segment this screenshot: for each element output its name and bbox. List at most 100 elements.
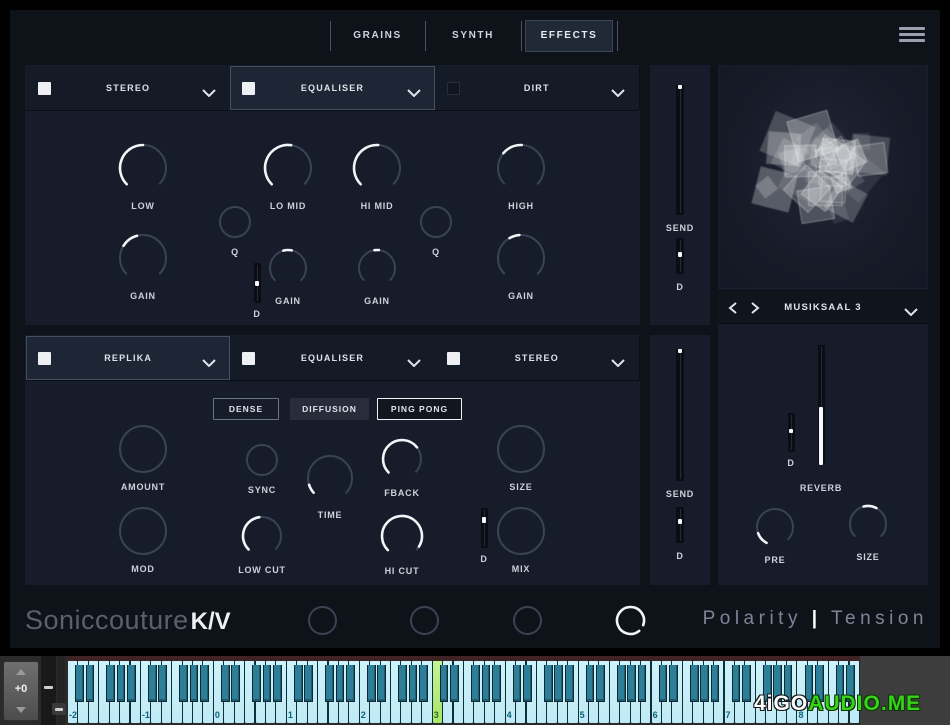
footer-knob-ring[interactable] <box>611 601 650 640</box>
slider-reverb-d[interactable] <box>788 413 795 452</box>
key-black[interactable] <box>690 665 699 702</box>
transpose-down-icon[interactable] <box>16 707 26 713</box>
keyboard-resize-tab[interactable] <box>52 703 66 715</box>
slider-send-a[interactable] <box>676 85 684 215</box>
chevron-down-icon[interactable] <box>904 303 916 315</box>
key-black[interactable] <box>273 665 282 702</box>
reverb-knob-size[interactable] <box>844 500 892 548</box>
key-black[interactable] <box>148 665 157 702</box>
tab-effects[interactable]: EFFECTS <box>525 20 613 52</box>
knob-high[interactable] <box>492 139 550 197</box>
key-black[interactable] <box>75 665 84 702</box>
knob-amount[interactable] <box>114 420 172 478</box>
slider-send-b-d[interactable] <box>676 507 684 543</box>
button-dense[interactable]: DENSE <box>213 398 279 420</box>
key-black[interactable] <box>325 665 334 702</box>
button-diffusion[interactable]: DIFFUSION <box>290 398 369 420</box>
key-black[interactable] <box>482 665 491 702</box>
key-black[interactable] <box>627 665 636 702</box>
fx-slot-dirt[interactable]: DIRT <box>435 66 640 110</box>
minus-handle-icon[interactable] <box>44 686 53 689</box>
key-black[interactable] <box>304 665 313 702</box>
knob-q[interactable] <box>415 201 457 243</box>
key-black[interactable] <box>700 665 709 702</box>
knob-lo-mid[interactable] <box>259 139 317 197</box>
key-black[interactable] <box>117 665 126 702</box>
knob-low-cut[interactable] <box>237 511 287 561</box>
fx-slot-equaliser[interactable]: EQUALISER <box>230 66 435 110</box>
key-black[interactable] <box>554 665 563 702</box>
key-black[interactable] <box>669 665 678 702</box>
key-black[interactable] <box>106 665 115 702</box>
knob-gain[interactable] <box>114 229 172 287</box>
key-black[interactable] <box>221 665 230 702</box>
key-black[interactable] <box>346 665 355 702</box>
reverb-knob-pre[interactable] <box>751 503 799 551</box>
key-black[interactable] <box>231 665 240 702</box>
fx-slot-equaliser[interactable]: EQUALISER <box>230 336 435 380</box>
key-black[interactable] <box>377 665 386 702</box>
key-black[interactable] <box>398 665 407 702</box>
slider-reverb-fader[interactable] <box>818 345 825 465</box>
fx-slot-stereo[interactable]: STEREO <box>26 66 231 110</box>
key-black[interactable] <box>586 665 595 702</box>
knob-hi-cut[interactable] <box>376 510 428 562</box>
key-black[interactable] <box>513 665 522 702</box>
knob-hi-mid[interactable] <box>348 139 406 197</box>
button-ping-pong[interactable]: PING PONG <box>377 398 462 420</box>
knob-mod[interactable] <box>114 502 172 560</box>
key-black[interactable] <box>127 665 136 702</box>
slider-replika-d[interactable] <box>481 508 488 548</box>
key-black[interactable] <box>659 665 668 702</box>
key-black[interactable] <box>638 665 647 702</box>
key-black[interactable] <box>190 665 199 702</box>
hamburger-menu-icon[interactable] <box>899 27 925 43</box>
key-black[interactable] <box>544 665 553 702</box>
key-black[interactable] <box>409 665 418 702</box>
key-black[interactable] <box>471 665 480 702</box>
key-black[interactable] <box>179 665 188 702</box>
tab-synth[interactable]: SYNTH <box>429 20 517 52</box>
key-black[interactable] <box>742 665 751 702</box>
key-black[interactable] <box>450 665 459 702</box>
key-black[interactable] <box>294 665 303 702</box>
key-black[interactable] <box>492 665 501 702</box>
footer-knob-ring[interactable] <box>303 601 342 640</box>
key-black[interactable] <box>263 665 272 702</box>
knob-gain[interactable] <box>492 229 550 287</box>
footer-knob-ring[interactable] <box>405 601 444 640</box>
knob-gain[interactable] <box>264 244 312 292</box>
transpose-up-icon[interactable] <box>16 669 26 675</box>
key-black[interactable] <box>252 665 261 702</box>
key-black[interactable] <box>732 665 741 702</box>
knob-size[interactable] <box>492 420 550 478</box>
key-black[interactable] <box>523 665 532 702</box>
slider-eq-d[interactable] <box>254 263 261 303</box>
key-black[interactable] <box>200 665 209 702</box>
knob-gain[interactable] <box>353 244 401 292</box>
key-black[interactable] <box>367 665 376 702</box>
knob-low[interactable] <box>114 139 172 197</box>
tab-grains[interactable]: GRAINS <box>334 20 421 52</box>
key-black[interactable] <box>617 665 626 702</box>
slider-send-a-d[interactable] <box>676 238 684 274</box>
knob-mix[interactable] <box>492 502 550 560</box>
key-black[interactable] <box>565 665 574 702</box>
key-black[interactable] <box>440 665 449 702</box>
knob-sync[interactable] <box>241 439 283 481</box>
knob-fback[interactable] <box>377 434 427 484</box>
slider-send-b[interactable] <box>676 349 684 481</box>
footer-knob-ring[interactable] <box>508 601 547 640</box>
key-black[interactable] <box>711 665 720 702</box>
knob-q[interactable] <box>214 201 256 243</box>
key-black[interactable] <box>596 665 605 702</box>
fx-slot-replika[interactable]: REPLIKA <box>26 336 231 380</box>
knob-time[interactable] <box>302 450 358 506</box>
key-black[interactable] <box>158 665 167 702</box>
key-black[interactable] <box>86 665 95 702</box>
key-black[interactable] <box>419 665 428 702</box>
key-black[interactable] <box>336 665 345 702</box>
transpose-control[interactable]: +0 <box>3 661 39 721</box>
reverb-preset-label[interactable]: MUSIKSAAL 3 <box>718 302 928 313</box>
fx-slot-stereo[interactable]: STEREO <box>435 336 640 380</box>
